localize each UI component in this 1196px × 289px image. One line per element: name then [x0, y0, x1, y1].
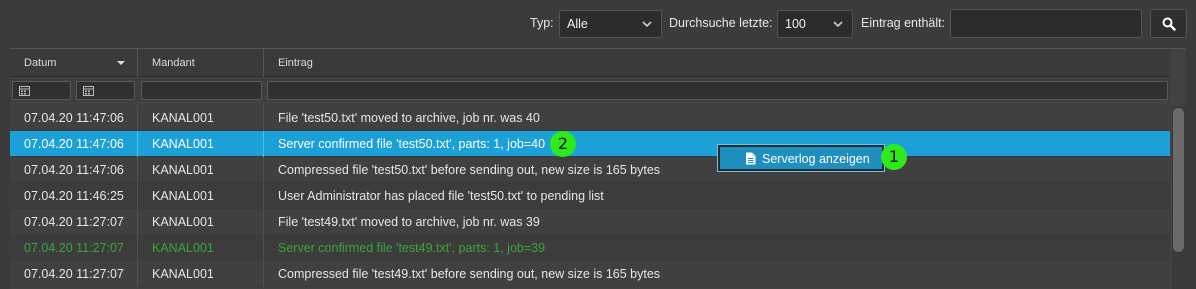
calendar-icon	[83, 86, 94, 96]
cell-datum: 07.04.20 11:46:25	[24, 189, 124, 203]
table-row[interactable]: 07.04.20 11:47:06 KANAL001 File 'test50.…	[10, 105, 1170, 131]
scrollbar-thumb[interactable]	[1173, 108, 1184, 252]
cell-datum: 07.04.20 11:47:06	[24, 163, 124, 177]
step-marker-1: 1	[881, 144, 907, 170]
column-header-datum[interactable]: Datum	[10, 49, 138, 77]
range-select[interactable]: 100	[777, 10, 853, 38]
cell-datum: 07.04.20 11:47:06	[24, 111, 124, 125]
cell-mandant: KANAL001	[152, 137, 214, 151]
serverlog-button[interactable]: Serverlog anzeigen	[717, 144, 885, 172]
date-to-filter[interactable]	[76, 81, 135, 100]
cell-datum: 07.04.20 11:47:06	[24, 137, 124, 151]
cell-eintrag: Server confirmed file 'test49.txt', part…	[278, 241, 546, 255]
cell-datum: 07.04.20 11:27:07	[24, 215, 124, 229]
contains-label: Eintrag enthält:	[861, 16, 946, 30]
vertical-scrollbar[interactable]	[1172, 106, 1186, 289]
chevron-down-icon	[642, 21, 652, 28]
cell-datum: 07.04.20 11:27:07	[24, 241, 124, 255]
cell-mandant: KANAL001	[152, 241, 214, 255]
filter-row	[10, 78, 1170, 102]
range-select-value: 100	[785, 17, 806, 31]
log-grid: Datum Mandant Eintrag 07.04.20 11:47:06 …	[10, 48, 1186, 289]
document-icon	[746, 152, 756, 165]
column-header-mandant[interactable]: Mandant	[138, 49, 264, 77]
contains-input[interactable]	[950, 9, 1142, 38]
table-row[interactable]: 07.04.20 11:27:07 KANAL001 Server confir…	[10, 235, 1170, 261]
eintrag-filter[interactable]	[267, 81, 1168, 100]
chevron-down-icon	[833, 21, 843, 28]
cell-eintrag: User Administrator has placed file 'test…	[278, 189, 604, 203]
serverlog-button-label: Serverlog anzeigen	[762, 152, 870, 166]
cell-eintrag: Compressed file 'test50.txt' before send…	[278, 163, 661, 177]
sort-desc-icon[interactable]	[117, 61, 125, 65]
table-row-selected[interactable]: 07.04.20 11:47:06 KANAL001 Server confir…	[10, 131, 1170, 157]
cell-eintrag: Compressed file 'test49.txt' before send…	[278, 267, 661, 281]
table-row[interactable]: 07.04.20 11:27:07 KANAL001 Compressed fi…	[10, 261, 1170, 287]
type-select-value: Alle	[567, 17, 588, 31]
column-header-eintrag[interactable]: Eintrag	[264, 49, 1170, 77]
range-label: Durchsuche letzte:	[669, 16, 773, 30]
calendar-icon	[19, 86, 30, 96]
step-marker-2: 2	[550, 131, 576, 157]
table-row[interactable]: 07.04.20 11:27:07 KANAL001 File 'test49.…	[10, 209, 1170, 235]
search-icon	[1162, 17, 1176, 31]
toolbar: Typ: Alle Durchsuche letzte: 100 Eintrag…	[0, 0, 1196, 46]
cell-mandant: KANAL001	[152, 267, 214, 281]
cell-eintrag: File 'test49.txt' moved to archive, job …	[278, 215, 540, 229]
cell-eintrag: Server confirmed file 'test50.txt', part…	[278, 137, 546, 151]
search-button[interactable]	[1150, 9, 1187, 38]
mandant-filter[interactable]	[141, 81, 262, 100]
type-select[interactable]: Alle	[559, 10, 662, 38]
date-from-filter[interactable]	[12, 81, 71, 100]
cell-mandant: KANAL001	[152, 215, 214, 229]
cell-eintrag: File 'test50.txt' moved to archive, job …	[278, 111, 540, 125]
table-row[interactable]: 07.04.20 11:47:06 KANAL001 Compressed fi…	[10, 157, 1170, 183]
grid-header: Datum Mandant Eintrag	[10, 49, 1170, 77]
table-row[interactable]: 07.04.20 11:46:25 KANAL001 User Administ…	[10, 183, 1170, 209]
type-label: Typ:	[530, 16, 554, 30]
cell-mandant: KANAL001	[152, 189, 214, 203]
cell-mandant: KANAL001	[152, 111, 214, 125]
cell-mandant: KANAL001	[152, 163, 214, 177]
cell-datum: 07.04.20 11:27:07	[24, 267, 124, 281]
